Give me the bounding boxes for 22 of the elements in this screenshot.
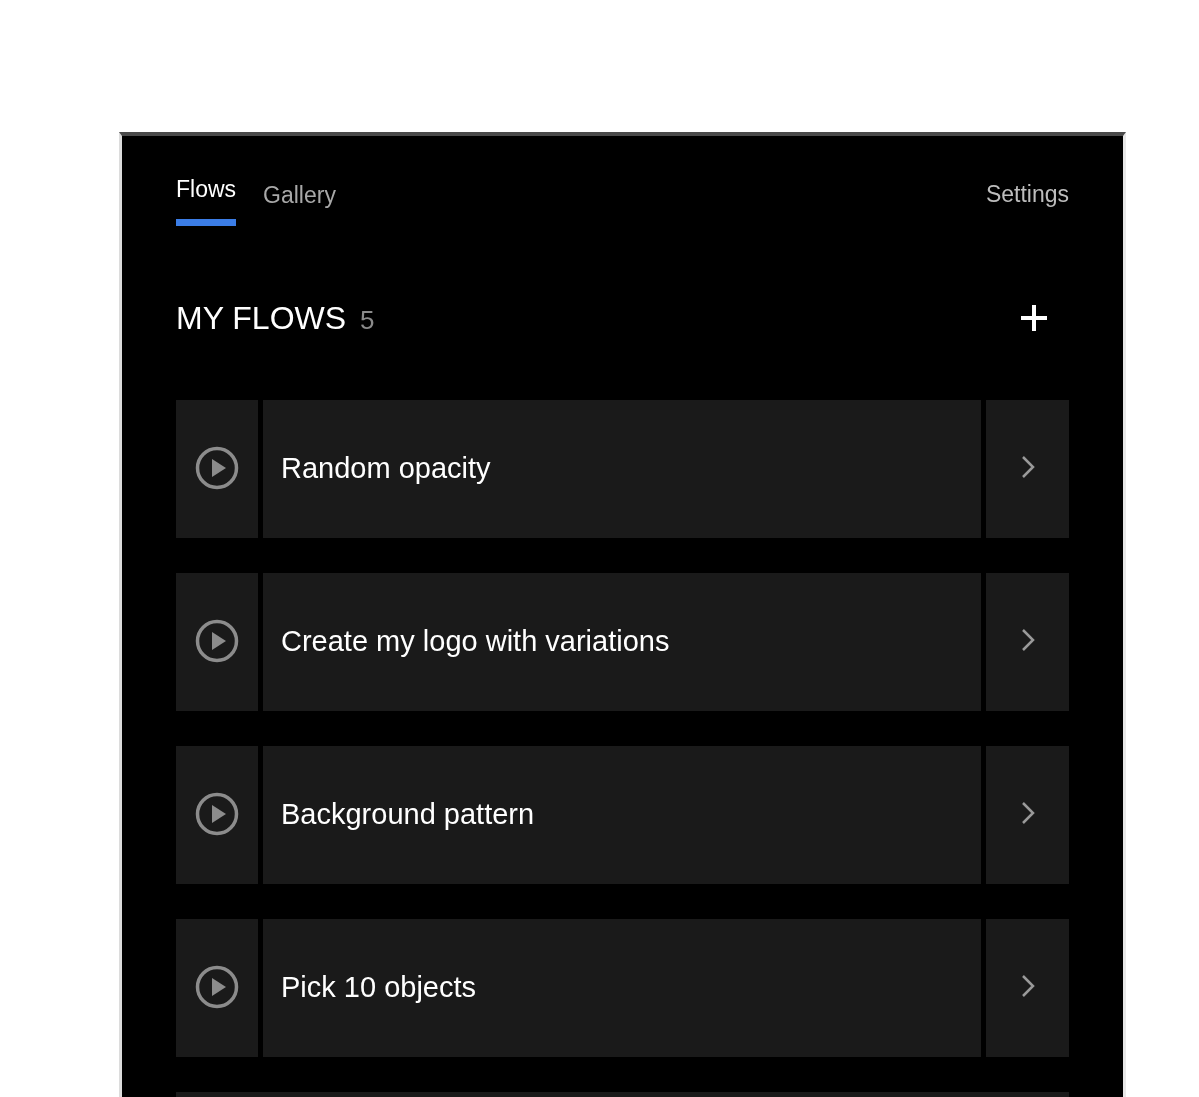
play-button[interactable] [176,745,258,884]
tab[interactable]: Gallery [263,177,336,226]
chevron-right-icon [1020,454,1035,479]
flow-item[interactable]: Background pattern [263,745,981,884]
play-button[interactable] [176,572,258,711]
flow-item[interactable]: Create my logo with variations [263,572,981,711]
play-icon [195,445,239,490]
play-button[interactable] [176,918,258,1057]
flow-item[interactable]: Random opacity [263,399,981,538]
section-title: MY FLOWS [176,298,347,338]
tab[interactable]: Flows [176,172,237,226]
chevron-right-icon [1020,627,1035,652]
flow-count: 5 [360,303,375,337]
settings-tab[interactable]: Settings [985,177,1069,212]
play-icon [195,791,239,836]
flow-item[interactable]: Pick 10 objects [263,918,981,1057]
play-icon [195,618,239,663]
chevron-right-icon [1020,973,1035,998]
add-icon[interactable] [1019,302,1049,333]
chevron-right-icon [1020,800,1035,825]
play-icon [195,964,239,1009]
play-button[interactable] [176,399,258,538]
